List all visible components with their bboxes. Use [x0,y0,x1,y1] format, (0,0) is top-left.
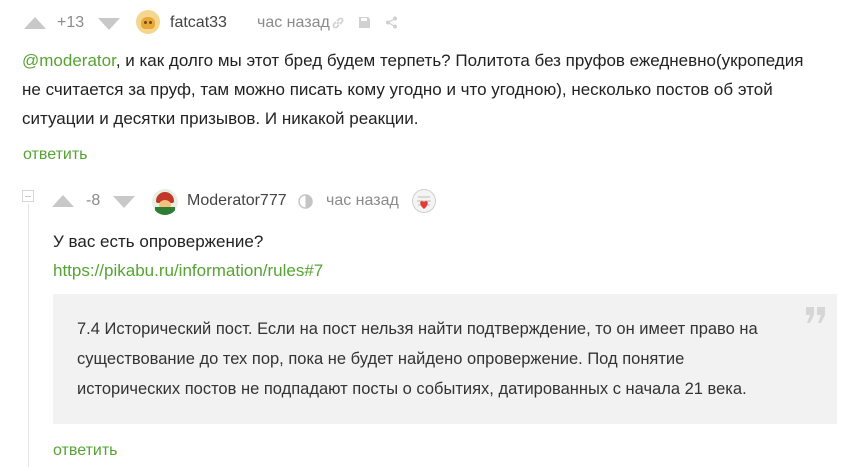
collapse-icon[interactable] [22,190,34,202]
upvote-arrow-icon[interactable] [52,195,74,207]
quote-line: исторических постов не подпадают посты о… [77,380,747,398]
author-name[interactable]: fatcat33 [170,14,227,32]
comment-text-line: , и как долго мы этот бред будем терпеть… [115,51,804,70]
blockquote: 7.4 Исторический пост. Если на пост нель… [53,294,837,424]
comment-text-line: не считается за пруф, там можно писать к… [22,80,773,99]
reply-button[interactable]: ответить [53,442,118,460]
reply-button[interactable]: ответить [23,146,88,164]
author-name[interactable]: Moderator777 [187,192,287,210]
quote-line: 7.4 Исторический пост. Если на пост нель… [77,320,758,338]
user-mention[interactable]: @moderator [22,51,116,70]
rules-link[interactable]: https://pikabu.ru/information/rules#7 [53,256,323,285]
quote-text: 7.4 Исторический пост. Если на пост нель… [77,314,827,404]
avatar[interactable] [136,10,160,34]
comment-time[interactable]: час назад [326,192,399,210]
quote-line: существование до тех пор, пока не будет … [77,350,685,368]
comment-rating: +13 [57,14,85,31]
downvote-arrow-icon[interactable] [98,18,120,30]
avatar[interactable] [152,189,178,215]
share-icon[interactable] [385,16,398,29]
comment-time[interactable]: час назад [257,14,330,32]
award-icon[interactable] [411,188,437,214]
comment-body: @moderator, и как долго мы этот бред буд… [22,46,842,133]
comment-body: У вас есть опровержение? https://pikabu.… [53,227,323,285]
comment-text-line: У вас есть опровержение? [53,232,264,251]
link-icon[interactable] [331,16,345,30]
comment-rating: -8 [86,192,101,209]
save-icon[interactable] [358,16,371,29]
comment-text-line: ситуации и десятки призывов. И никакой р… [22,109,419,128]
thread-line[interactable] [28,204,29,467]
upvote-arrow-icon[interactable] [24,17,46,29]
moderator-badge-icon [298,194,313,209]
downvote-arrow-icon[interactable] [113,196,135,208]
